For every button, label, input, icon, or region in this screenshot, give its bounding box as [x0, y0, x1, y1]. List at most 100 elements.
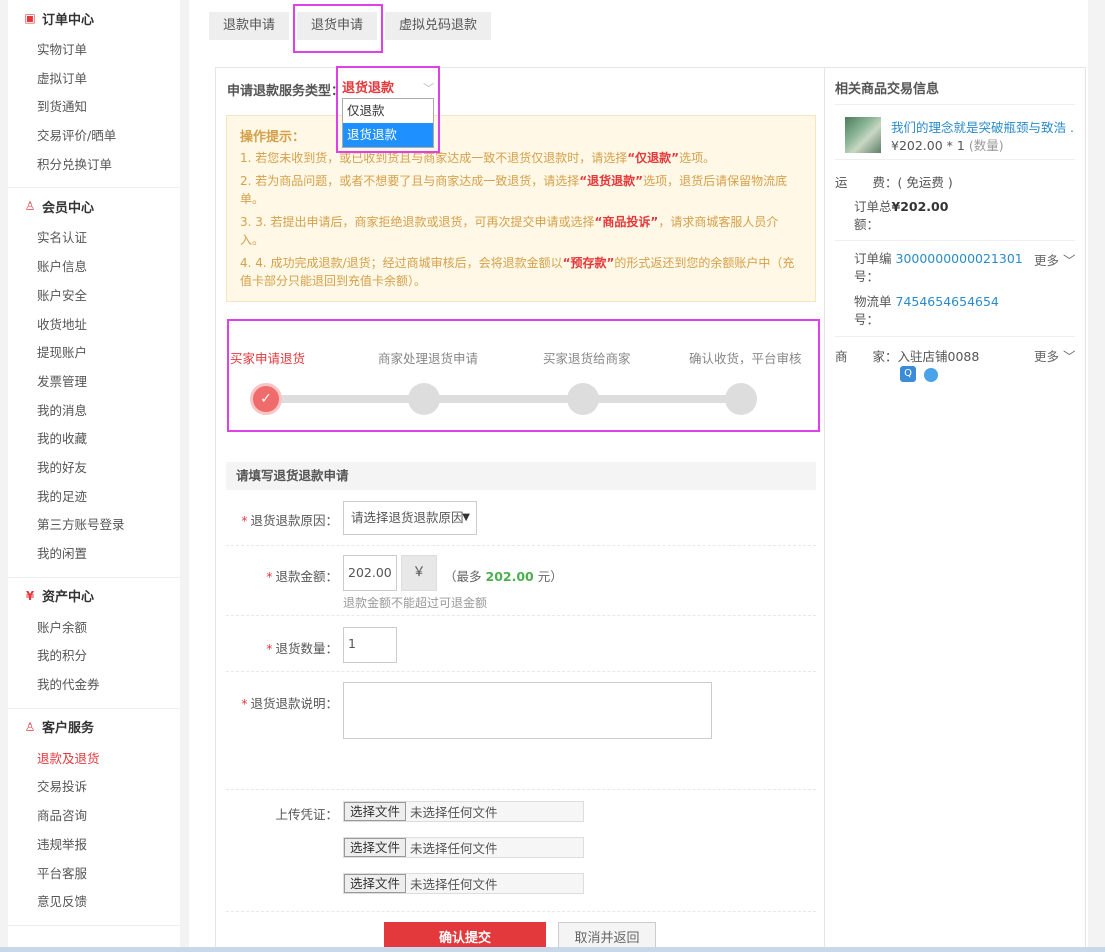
- amount-row: * 退款金额： 202.00 ￥ （最多 202.00 元） 退款金额不能超过可退…: [226, 546, 816, 616]
- sidebar-item[interactable]: 虚拟订单: [8, 65, 180, 94]
- quantity-label: 退货数量：: [275, 641, 338, 656]
- refund-panel: 申请退款服务类型： 退货退款 ﹀ 仅退款 退货退款 操作提示： 1. 若您未收到…: [215, 67, 825, 952]
- file-input[interactable]: 选择文件 未选择任何文件: [343, 837, 584, 858]
- sidebar-item[interactable]: 我的好友: [8, 454, 180, 483]
- sidebar-item[interactable]: 我的闲置: [8, 540, 180, 569]
- service-type-value: 退货退款: [342, 81, 395, 96]
- step-dot: [408, 383, 440, 415]
- required-mark: *: [241, 696, 248, 711]
- reason-row: * 退货退款原因： 请选择退货退款原因 ▼: [226, 490, 816, 546]
- tips-box: 操作提示： 1. 若您未收到货，或已收到货且与商家达成一致不退货仅退款时，请选择…: [226, 115, 816, 302]
- file-status: 未选择任何文件: [410, 805, 498, 820]
- order-icon: ▣: [24, 11, 36, 25]
- sidebar-item[interactable]: 账户信息: [8, 253, 180, 282]
- required-mark: *: [241, 513, 248, 528]
- sidebar-item[interactable]: 第三方账号登录: [8, 511, 180, 540]
- tab-refund-apply[interactable]: 退款申请: [209, 12, 290, 40]
- sidebar-heading-label: 订单中心: [42, 12, 95, 28]
- choose-file-button[interactable]: 选择文件: [344, 802, 407, 821]
- yen-icon: ￥: [401, 555, 437, 591]
- reason-select-value: 请选择退货退款原因: [351, 510, 464, 525]
- file-status: 未选择任何文件: [410, 877, 498, 892]
- sidebar-item[interactable]: 交易评价/晒单: [8, 122, 180, 151]
- logistics-number-link[interactable]: 7454654654654: [896, 294, 999, 309]
- sidebar-heading-label: 会员中心: [42, 200, 95, 216]
- trade-info-title: 相关商品交易信息: [835, 82, 940, 97]
- sidebar-item[interactable]: 积分兑换订单: [8, 151, 180, 180]
- order-number-link[interactable]: 3000000000021301: [896, 251, 1023, 266]
- description-textarea[interactable]: [343, 682, 712, 739]
- product-thumbnail[interactable]: [845, 117, 881, 153]
- quantity-input[interactable]: 1: [343, 627, 397, 663]
- divider: [835, 336, 1075, 337]
- more-merchant-link[interactable]: 更多 ﹀: [1034, 346, 1076, 365]
- sidebar-item[interactable]: 我的代金券: [8, 671, 180, 700]
- product-name-link[interactable]: 我们的理念就是突破瓶颈与致浩 ...: [891, 117, 1075, 136]
- chevron-down-icon: ﹀: [423, 82, 434, 95]
- amount-hint: 退款金额不能超过可退金额: [343, 596, 488, 610]
- product-item: 我们的理念就是突破瓶颈与致浩 ... ¥202.00 * 1 (数量): [835, 104, 1075, 160]
- form-title: 请填写退货退款申请: [226, 462, 816, 490]
- step-dot: [725, 383, 757, 415]
- main-content: 退款申请 退货申请 虚拟兑码退款 申请退款服务类型： 退货退款 ﹀ 仅退款 退货…: [189, 0, 1088, 952]
- sidebar-item[interactable]: 我的消息: [8, 397, 180, 426]
- sidebar-item[interactable]: 平台客服: [8, 860, 180, 889]
- order-total: 订单总¥202.00 额：: [854, 199, 949, 232]
- trade-info-panel: 相关商品交易信息 我们的理念就是突破瓶颈与致浩 ... ¥202.00 * 1 …: [825, 67, 1086, 952]
- choose-file-button[interactable]: 选择文件: [344, 838, 407, 857]
- step-label: 商家处理退货申请: [378, 351, 479, 366]
- option-refund-only[interactable]: 仅退款: [343, 99, 433, 123]
- upload-row: 上传凭证： 选择文件 未选择任何文件 选择文件 未选择任何文件 选择文件 未选择任何文…: [226, 790, 816, 912]
- sidebar-item[interactable]: 我的足迹: [8, 483, 180, 512]
- required-mark: *: [266, 569, 273, 584]
- sidebar-item[interactable]: 退款及退货: [8, 745, 180, 774]
- tab-virtual-code-refund[interactable]: 虚拟兑码退款: [385, 12, 492, 40]
- sidebar-item[interactable]: 账户安全: [8, 282, 180, 311]
- logistics-number: 物流单 7454654654654 号：: [854, 294, 999, 327]
- tab-return-apply[interactable]: 退货申请: [297, 12, 378, 40]
- sidebar-item[interactable]: 商品咨询: [8, 802, 180, 831]
- file-input[interactable]: 选择文件 未选择任何文件: [343, 873, 584, 894]
- wangwang-icon[interactable]: [924, 368, 938, 382]
- service-type-dropdown: 仅退款 退货退款: [342, 98, 434, 148]
- choose-file-button[interactable]: 选择文件: [344, 874, 407, 893]
- sidebar-item[interactable]: 我的积分: [8, 642, 180, 671]
- sidebar-item[interactable]: 发票管理: [8, 368, 180, 397]
- tab-bar: 退款申请 退货申请 虚拟兑码退款: [209, 12, 492, 40]
- more-order-link[interactable]: 更多 ﹀: [1034, 250, 1076, 269]
- tip-item: 4. 4. 成功完成退款/退货；经过商城审核后，会将退款金额以“预存款”的形式返…: [240, 255, 795, 289]
- sidebar-item[interactable]: 到货通知: [8, 93, 180, 122]
- sidebar-heading-label: 客户服务: [42, 721, 95, 737]
- service-type-select[interactable]: 退货退款 ﹀: [342, 78, 438, 100]
- sidebar-item[interactable]: 违规举报: [8, 831, 180, 860]
- file-input[interactable]: 选择文件 未选择任何文件: [343, 801, 584, 822]
- file-status: 未选择任何文件: [410, 841, 498, 856]
- service-type-label: 申请退款服务类型：: [227, 84, 345, 99]
- required-mark: *: [266, 641, 273, 656]
- bottom-bar: [0, 947, 1105, 952]
- sidebar-item[interactable]: 实名认证: [8, 224, 180, 253]
- divider: [835, 240, 1075, 241]
- tip-item: 2. 若为商品问题，或者不想要了且与商家达成一致退货，请选择“退货退款”选项，退…: [240, 173, 788, 207]
- progress-steps: 买家申请退货 商家处理退货申请 买家退货给商家 确认收货，平台审核 ✓: [230, 326, 810, 426]
- sidebar-section-member-center: ♙ 会员中心 实名认证 账户信息 账户安全 收货地址 提现账户 发票管理 我的消息 我的收藏 我的好…: [8, 188, 180, 578]
- qq-icon[interactable]: Q: [900, 366, 916, 382]
- sidebar-item[interactable]: 交易投诉: [8, 773, 180, 802]
- reason-select[interactable]: 请选择退货退款原因 ▼: [343, 501, 477, 535]
- amount-input[interactable]: 202.00: [343, 555, 397, 591]
- step-label: 确认收货，平台审核: [689, 351, 802, 366]
- sidebar-section-order-center: ▣ 订单中心实物订单 虚拟订单 到货通知 交易评价/晒单 积分兑换订单: [8, 0, 180, 189]
- shipping-info: 运 费：( 免运费 ): [835, 175, 953, 190]
- sidebar-item[interactable]: 收货地址: [8, 311, 180, 340]
- sidebar-item[interactable]: 实物订单: [8, 36, 180, 65]
- progress-line: [278, 395, 756, 403]
- option-return-refund[interactable]: 退货退款: [343, 123, 433, 147]
- sidebar-item[interactable]: 我的收藏: [8, 425, 180, 454]
- sidebar-item[interactable]: 提现账户: [8, 339, 180, 368]
- service-icon: ♙: [24, 719, 36, 734]
- sidebar-item[interactable]: 账户余额: [8, 614, 180, 643]
- step-dot: [567, 383, 599, 415]
- sidebar-item[interactable]: 意见反馈: [8, 888, 180, 917]
- yen-icon: ¥: [25, 588, 35, 603]
- upload-label: 上传凭证：: [275, 807, 338, 822]
